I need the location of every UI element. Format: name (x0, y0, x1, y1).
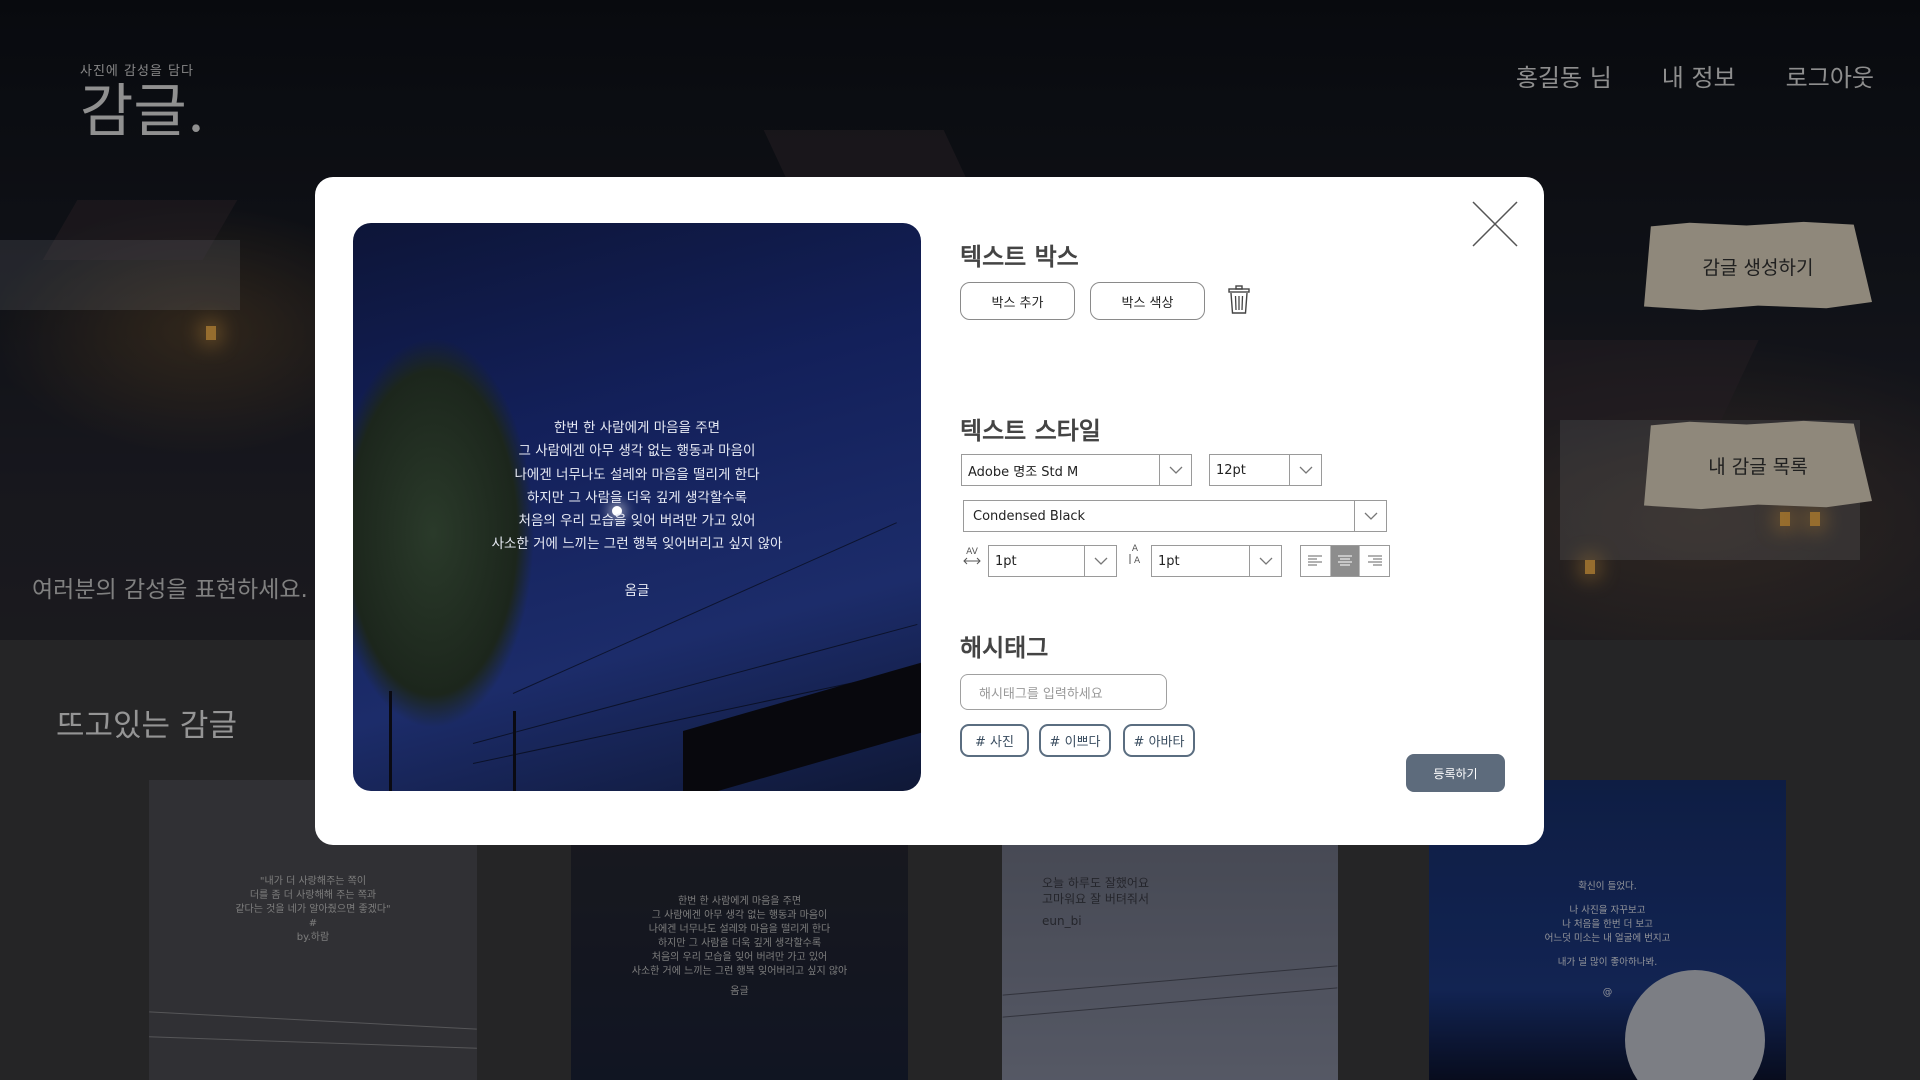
chevron-down-icon (1159, 455, 1191, 485)
my-gamgeul-list-button[interactable]: 내 감글 목록 (1644, 420, 1872, 510)
card-line: 오늘 하루도 잘했어요 (1042, 876, 1149, 890)
nav-logout[interactable]: 로그아웃 (1786, 58, 1874, 93)
svg-text:A: A (1134, 556, 1141, 564)
nav-user-name[interactable]: 홍길동 님 (1516, 58, 1612, 93)
letter-spacing-select[interactable]: 1pt (988, 545, 1117, 577)
card-line: 한번 한 사람에게 마음을 주면 (677, 896, 802, 907)
chevron-down-icon (1084, 546, 1116, 576)
card-signature: 옴글 (730, 986, 749, 997)
top-nav: 홍길동 님 내 정보 로그아웃 (1516, 58, 1874, 93)
chevron-down-icon (1289, 455, 1321, 485)
add-box-button[interactable]: 박스 추가 (960, 282, 1075, 320)
hashtag-chip[interactable]: # 이쁘다 (1039, 724, 1111, 757)
align-right-icon[interactable] (1360, 546, 1389, 576)
textbox-section-title: 텍스트 박스 (960, 243, 1079, 271)
card-signature: @ (1602, 987, 1613, 998)
hashtag-chip[interactable]: # 아바타 (1123, 724, 1195, 757)
hashtag-chip[interactable]: # 사진 (960, 724, 1029, 757)
line-spacing-select[interactable]: 1pt (1151, 545, 1282, 577)
preview-line: 그 사람에겐 아무 생각 없는 행동과 마음이 (518, 443, 756, 460)
text-style-section-title: 텍스트 스타일 (960, 417, 1101, 445)
box-color-button[interactable]: 박스 색상 (1090, 282, 1205, 320)
logo[interactable]: 사진에 감성을 담다 감글. (80, 60, 205, 143)
submit-button[interactable]: 등록하기 (1406, 754, 1505, 792)
line-spacing-icon-label: A (1131, 544, 1139, 554)
font-weight-value: Condensed Black (973, 508, 1086, 524)
preview-line: 나에겐 너무나도 설레와 마음을 떨리게 한다 (514, 466, 760, 483)
logo-wordmark: 감글. (80, 77, 206, 145)
chevron-down-icon (1249, 546, 1281, 576)
card-line: "내가 더 사랑해주는 쪽이 (259, 876, 367, 887)
card-line: 더를 좀 더 사랑해해 주는 쪽과 (249, 890, 377, 901)
card-line: by.하람 (296, 932, 330, 943)
trash-icon[interactable] (1227, 285, 1251, 315)
hero-subtitle: 여러분의 감성을 표현하세요. (32, 577, 308, 603)
card-line: 그 사람에겐 아무 생각 없는 행동과 마음이 (651, 910, 828, 921)
letter-spacing-icon-label: AV (966, 547, 978, 557)
font-size-select[interactable]: 12pt (1209, 454, 1322, 486)
preview-line: 한번 한 사람에게 마음을 주면 (553, 420, 721, 436)
align-center-icon[interactable] (1330, 546, 1361, 576)
nav-my-info[interactable]: 내 정보 (1662, 58, 1736, 93)
preview-line: 하지만 그 사람을 더욱 깊게 생각할수록 (526, 489, 748, 506)
card-line: 사소한 거에 느끼는 그런 행복 잊어버리고 싶지 않아 (631, 966, 848, 977)
create-gamgeul-button[interactable]: 감글 생성하기 (1644, 221, 1872, 311)
text-align-group (1300, 545, 1390, 577)
card-line: 나에겐 너무나도 설레와 마음을 떨리게 한다 (648, 924, 831, 935)
line-spacing-value: 1pt (1158, 553, 1180, 569)
hashtag-input[interactable]: 해시태그를 입력하세요 (960, 674, 1167, 710)
card-line: 고마워요 잘 버텨줘서 (1042, 892, 1149, 906)
letter-spacing-value: 1pt (995, 553, 1017, 569)
font-size-value: 12pt (1216, 462, 1246, 478)
card-line: 같다는 것을 네가 알아줬으면 좋겠다" (235, 904, 391, 915)
card-line: 어느덧 미소는 내 얼굴에 번지고 (1544, 933, 1671, 944)
font-weight-select[interactable]: Condensed Black (963, 500, 1387, 532)
trending-title: 뜨고있는 감글 (56, 708, 237, 744)
card-line: 나 처음을 한번 더 보고 (1562, 919, 1653, 930)
font-family-value: Adobe 명조 Std M (968, 464, 1079, 480)
chevron-down-icon (1354, 501, 1386, 531)
card-line: 나 사진을 자꾸보고 (1569, 905, 1646, 916)
card-line: # (308, 918, 318, 929)
preview-signature: 옴글 (624, 583, 650, 599)
align-left-icon[interactable] (1301, 546, 1331, 576)
preview-line: 처음의 우리 모습을 잊어 버려만 가고 있어 (518, 513, 756, 530)
card-line: 하지만 그 사람을 더욱 깊게 생각할수록 (657, 938, 822, 949)
card-line: 내가 널 많이 좋아하나봐. (1557, 957, 1658, 968)
card-line: 확신이 들었다. (1578, 881, 1637, 892)
line-spacing-icon: A A (1125, 544, 1145, 574)
preview-text[interactable]: 한번 한 사람에게 마음을 주면 그 사람에겐 아무 생각 없는 행동과 마음이… (353, 417, 921, 557)
letter-spacing-icon: AV (962, 547, 982, 577)
font-family-select[interactable]: Adobe 명조 Std M (961, 454, 1192, 486)
card-signature: eun_bi (1042, 914, 1082, 928)
close-icon[interactable] (1471, 200, 1519, 248)
preview-line: 사소한 거에 느끼는 그런 행복 잊어버리고 싶지 않아 (491, 536, 783, 553)
card-line: 처음의 우리 모습을 잊어 버려만 가고 있어 (651, 952, 828, 963)
create-modal: 한번 한 사람에게 마음을 주면 그 사람에겐 아무 생각 없는 행동과 마음이… (315, 177, 1544, 845)
image-preview[interactable]: 한번 한 사람에게 마음을 주면 그 사람에겐 아무 생각 없는 행동과 마음이… (353, 223, 921, 791)
hashtag-section-title: 해시태그 (960, 634, 1049, 662)
